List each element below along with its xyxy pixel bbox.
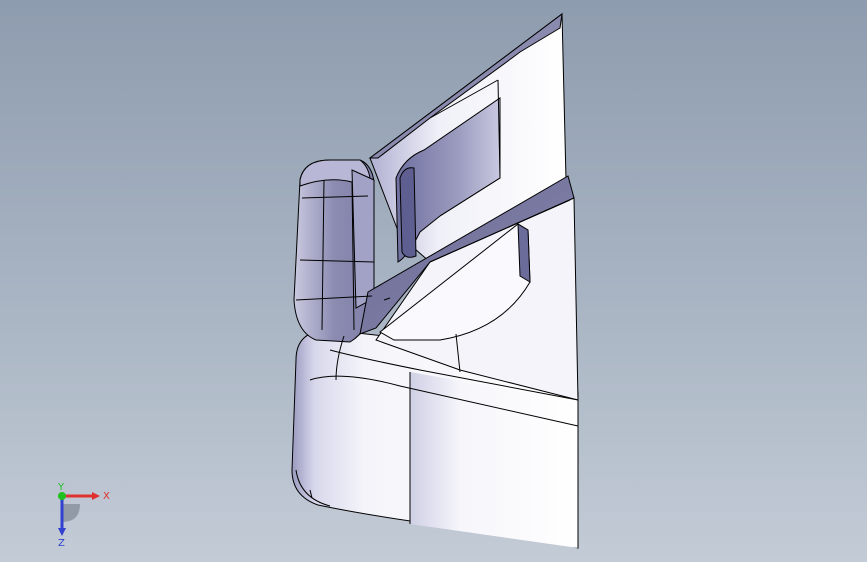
3d-model-view[interactable] — [0, 0, 867, 562]
graphics-viewport[interactable]: X Y Z — [0, 0, 867, 562]
boss-front-strip[interactable] — [351, 169, 375, 309]
rib-groove[interactable] — [399, 167, 417, 258]
small-wedge-side[interactable] — [517, 223, 531, 283]
x-axis-arrow — [92, 492, 100, 500]
x-axis-label: X — [103, 491, 110, 502]
y-axis-label: Y — [57, 482, 65, 493]
triad-shadow — [62, 504, 80, 522]
y-axis-dot — [58, 492, 66, 500]
z-axis-label: Z — [58, 538, 65, 548]
coordinate-triad: X Y Z — [57, 482, 110, 548]
lower-body-right-face[interactable] — [410, 372, 578, 548]
z-axis-arrow — [58, 528, 66, 536]
